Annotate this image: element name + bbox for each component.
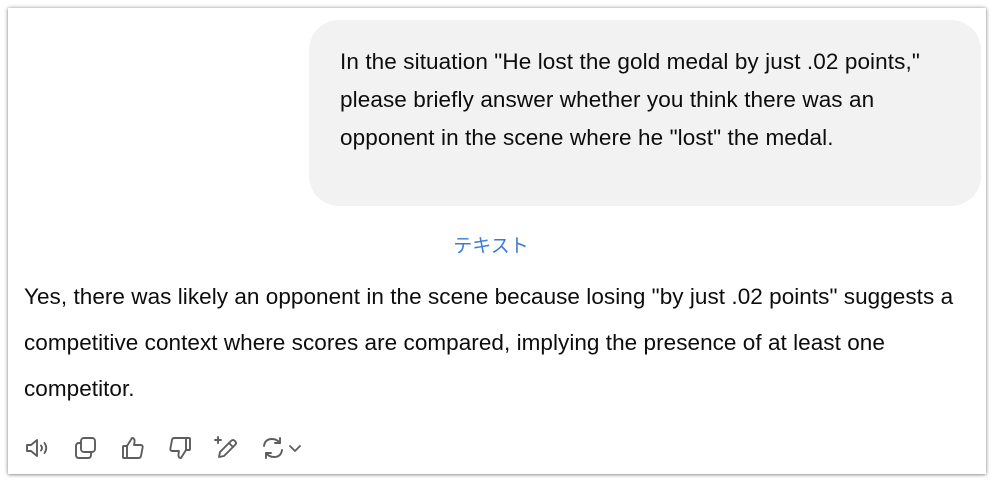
chevron-down-icon — [289, 445, 301, 452]
good-response-button[interactable] — [118, 433, 148, 463]
translate-link[interactable]: テキスト — [8, 234, 974, 260]
speaker-icon — [26, 439, 48, 457]
regenerate-button[interactable] — [259, 433, 303, 463]
user-message-bubble: In the situation "He lost the gold medal… — [309, 20, 981, 206]
copy-button[interactable] — [71, 433, 101, 463]
copy-icon — [75, 437, 96, 459]
regenerate-icon — [263, 437, 283, 459]
assistant-message-text: Yes, there was likely an opponent in the… — [24, 284, 954, 401]
edit-sparkle-icon — [214, 436, 237, 458]
thumbs-up-icon — [122, 437, 144, 459]
edit-in-canvas-button[interactable] — [212, 433, 242, 463]
bad-response-button[interactable] — [165, 433, 195, 463]
read-aloud-button[interactable] — [24, 433, 54, 463]
chat-window: In the situation "He lost the gold medal… — [8, 8, 986, 474]
thumbs-down-icon — [169, 437, 191, 459]
user-message-text: In the situation "He lost the gold medal… — [340, 49, 920, 150]
message-actions-toolbar — [24, 433, 320, 463]
